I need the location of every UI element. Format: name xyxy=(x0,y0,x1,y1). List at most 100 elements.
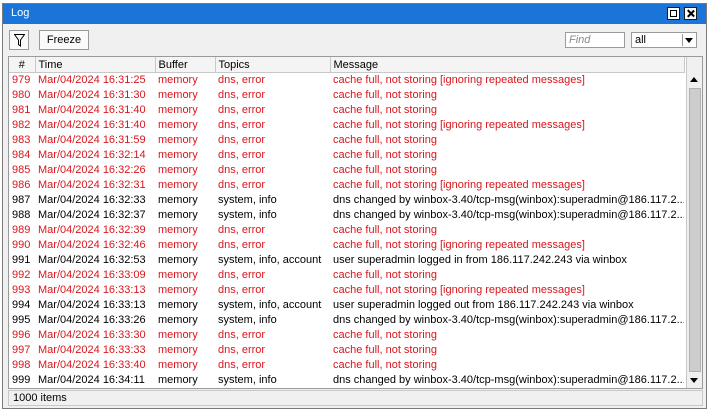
cell-topics: dns, error xyxy=(218,164,266,176)
cell-buffer: memory xyxy=(158,314,198,326)
cell-buffer: memory xyxy=(158,329,198,341)
table-row[interactable]: 997 Mar/04/2024 16:33:33 memory dns, error c… xyxy=(9,343,684,358)
scroll-down-icon[interactable] xyxy=(687,373,702,388)
cell-time: Mar/04/2024 16:32:26 xyxy=(38,164,146,176)
cell-topics: system, info xyxy=(218,194,277,206)
cell-buffer: memory xyxy=(158,284,198,296)
column-header-number[interactable]: # xyxy=(9,57,36,73)
cell-message: dns changed by winbox-3.40/tcp-msg(winbo… xyxy=(333,209,684,221)
cell-num: 992 xyxy=(12,269,31,281)
table-row[interactable]: 987 Mar/04/2024 16:32:33 memory system, inf… xyxy=(9,193,684,208)
status-bar: 1000 items xyxy=(8,390,703,406)
table-row[interactable]: 986 Mar/04/2024 16:32:31 memory dns, error c… xyxy=(9,178,684,193)
cell-topics: dns, error xyxy=(218,134,266,146)
table-row[interactable]: 979 Mar/04/2024 16:31:25 memory dns, error c… xyxy=(9,73,684,89)
cell-num: 986 xyxy=(12,179,31,191)
column-header-topics[interactable]: Topics xyxy=(215,57,331,73)
cell-num: 996 xyxy=(12,329,31,341)
table-row[interactable]: 994 Mar/04/2024 16:33:13 memory system, inf… xyxy=(9,298,684,313)
cell-buffer: memory xyxy=(158,254,198,266)
column-header-buffer[interactable]: Buffer xyxy=(155,57,216,73)
cell-message: cache full, not storing xyxy=(333,344,437,356)
cell-num: 988 xyxy=(12,209,31,221)
table-row[interactable]: 989 Mar/04/2024 16:32:39 memory dns, error c… xyxy=(9,223,684,238)
find-input[interactable]: Find xyxy=(565,32,625,48)
cell-topics: dns, error xyxy=(218,224,266,236)
cell-time: Mar/04/2024 16:31:40 xyxy=(38,104,146,116)
table-row[interactable]: 982 Mar/04/2024 16:31:40 memory dns, error c… xyxy=(9,118,684,133)
cell-time: Mar/04/2024 16:31:25 xyxy=(38,74,146,86)
cell-buffer: memory xyxy=(158,134,198,146)
table-row[interactable]: 980 Mar/04/2024 16:31:30 memory dns, error c… xyxy=(9,88,684,103)
cell-message: cache full, not storing xyxy=(333,224,437,236)
cell-num: 979 xyxy=(12,74,31,86)
table-row[interactable]: 985 Mar/04/2024 16:32:26 memory dns, error c… xyxy=(9,163,684,178)
cell-message: cache full, not storing xyxy=(333,269,437,281)
cell-num: 981 xyxy=(12,104,31,116)
cell-time: Mar/04/2024 16:33:30 xyxy=(38,329,146,341)
table-row[interactable]: 984 Mar/04/2024 16:32:14 memory dns, error c… xyxy=(9,148,684,163)
table-row[interactable]: 992 Mar/04/2024 16:33:09 memory dns, error c… xyxy=(9,268,684,283)
scroll-thumb[interactable] xyxy=(689,88,701,372)
table-row[interactable]: 991 Mar/04/2024 16:32:53 memory system, inf… xyxy=(9,253,684,268)
table-row[interactable]: 983 Mar/04/2024 16:31:59 memory dns, error c… xyxy=(9,133,684,148)
cell-buffer: memory xyxy=(158,194,198,206)
table-row[interactable]: 998 Mar/04/2024 16:33:40 memory dns, error c… xyxy=(9,358,684,373)
cell-num: 991 xyxy=(12,254,31,266)
table-row[interactable]: 990 Mar/04/2024 16:32:46 memory dns, error c… xyxy=(9,238,684,253)
cell-time: Mar/04/2024 16:31:30 xyxy=(38,89,146,101)
table-row[interactable]: 993 Mar/04/2024 16:33:13 memory dns, error c… xyxy=(9,283,684,298)
cell-buffer: memory xyxy=(158,224,198,236)
cell-num: 999 xyxy=(12,374,31,386)
cell-time: Mar/04/2024 16:33:33 xyxy=(38,344,146,356)
cell-message: cache full, not storing [ignoring repeat… xyxy=(333,179,585,191)
freeze-button[interactable]: Freeze xyxy=(39,30,89,50)
cell-message: user superadmin logged in from 186.117.2… xyxy=(333,254,627,266)
cell-topics: system, info xyxy=(218,314,277,326)
cell-message: cache full, not storing [ignoring repeat… xyxy=(333,74,585,86)
cell-topics: dns, error xyxy=(218,359,266,371)
cell-message: cache full, not storing [ignoring repeat… xyxy=(333,119,585,131)
cell-num: 982 xyxy=(12,119,31,131)
cell-message: cache full, not storing xyxy=(333,329,437,341)
cell-num: 997 xyxy=(12,344,31,356)
cell-topics: dns, error xyxy=(218,329,266,341)
cell-time: Mar/04/2024 16:31:40 xyxy=(38,119,146,131)
cell-time: Mar/04/2024 16:33:13 xyxy=(38,299,146,311)
cell-message: dns changed by winbox-3.40/tcp-msg(winbo… xyxy=(333,314,684,326)
cell-message: cache full, not storing xyxy=(333,134,437,146)
table-header: # Time Buffer Topics Message xyxy=(9,57,685,73)
cell-message: cache full, not storing xyxy=(333,149,437,161)
cell-num: 989 xyxy=(12,224,31,236)
chevron-down-icon[interactable] xyxy=(682,34,695,46)
vertical-scrollbar[interactable] xyxy=(686,57,702,388)
cell-topics: dns, error xyxy=(218,104,266,116)
cell-time: Mar/04/2024 16:32:31 xyxy=(38,179,146,191)
column-header-time[interactable]: Time xyxy=(35,57,156,73)
table-row[interactable]: 999 Mar/04/2024 16:34:11 memory system, inf… xyxy=(9,373,684,388)
cell-topics: system, info, account xyxy=(218,254,322,266)
cell-buffer: memory xyxy=(158,374,198,386)
cell-buffer: memory xyxy=(158,164,198,176)
cell-buffer: memory xyxy=(158,104,198,116)
cell-message: user superadmin logged out from 186.117.… xyxy=(333,299,634,311)
maximize-icon[interactable] xyxy=(667,7,680,20)
cell-topics: dns, error xyxy=(218,149,266,161)
column-header-message[interactable]: Message xyxy=(330,57,685,73)
cell-num: 993 xyxy=(12,284,31,296)
title-bar[interactable]: Log xyxy=(3,4,706,24)
cell-time: Mar/04/2024 16:33:40 xyxy=(38,359,146,371)
cell-buffer: memory xyxy=(158,269,198,281)
table-row[interactable]: 988 Mar/04/2024 16:32:37 memory system, inf… xyxy=(9,208,684,223)
filter-button[interactable] xyxy=(9,30,29,50)
cell-message: cache full, not storing [ignoring repeat… xyxy=(333,239,585,251)
filter-select[interactable]: all xyxy=(631,32,697,48)
table-row[interactable]: 995 Mar/04/2024 16:33:26 memory system, inf… xyxy=(9,313,684,328)
cell-num: 980 xyxy=(12,89,31,101)
scroll-up-icon[interactable] xyxy=(687,73,702,88)
table-row[interactable]: 996 Mar/04/2024 16:33:30 memory dns, error c… xyxy=(9,328,684,343)
cell-topics: dns, error xyxy=(218,344,266,356)
table-row[interactable]: 981 Mar/04/2024 16:31:40 memory dns, error c… xyxy=(9,103,684,118)
close-icon[interactable] xyxy=(684,7,697,20)
cell-message: cache full, not storing xyxy=(333,359,437,371)
